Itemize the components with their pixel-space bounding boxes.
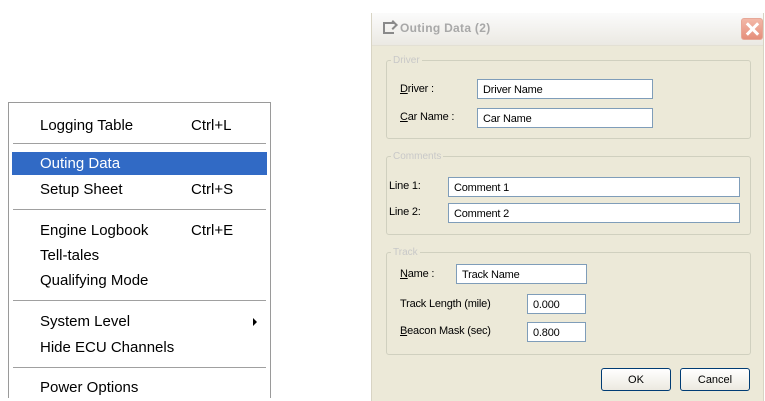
- driver-name-field[interactable]: [477, 79, 653, 99]
- comment-line2-field[interactable]: [448, 203, 740, 223]
- menu-separator: [13, 300, 266, 302]
- comment-line1-label: Line 1:: [389, 180, 421, 192]
- menu-item-label: Qualifying Mode: [40, 272, 149, 289]
- beacon-mask-label: Beacon Mask (sec): [400, 325, 491, 337]
- menu-item-system-level[interactable]: System Level: [12, 310, 267, 333]
- context-menu: Logging Table Ctrl+L Outing Data Setup S…: [8, 102, 271, 398]
- track-name-label-text: ame :: [407, 268, 435, 280]
- menu-item-label: Tell-tales: [40, 247, 100, 264]
- cancel-button[interactable]: Cancel: [680, 368, 750, 391]
- track-name-label: Name :: [400, 268, 434, 280]
- menu-item-label: System Level: [40, 313, 131, 330]
- beacon-mask-field[interactable]: [527, 322, 586, 342]
- driver-label-accel: D: [400, 83, 408, 95]
- track-length-label: Track Length (mile): [400, 298, 491, 310]
- ok-button[interactable]: OK: [601, 368, 671, 391]
- track-group-legend: Track: [393, 247, 418, 258]
- menu-separator: [13, 143, 266, 145]
- track-length-field[interactable]: [527, 294, 586, 314]
- menu-item-shortcut: Ctrl+S: [191, 181, 234, 198]
- menu-item-outing-data[interactable]: Outing Data: [12, 152, 267, 175]
- beacon-label-text: eacon Mask (sec): [407, 325, 491, 337]
- driver-group-legend: Driver: [393, 55, 420, 66]
- menu-item-label: Logging Table: [40, 117, 134, 134]
- dialog-titlebar[interactable]: Outing Data (2): [372, 13, 763, 46]
- car-name-field[interactable]: [477, 108, 653, 128]
- comments-group-legend: Comments: [393, 151, 442, 162]
- menu-item-power-options[interactable]: Power Options: [12, 376, 267, 399]
- outing-data-dialog: Outing Data (2) Driver Driver : Car Name…: [371, 13, 764, 401]
- menu-item-label: Power Options: [40, 379, 139, 396]
- menu-item-logging-table[interactable]: Logging Table Ctrl+L: [12, 114, 267, 137]
- menu-item-label: Setup Sheet: [40, 181, 123, 198]
- menu-item-tell-tales[interactable]: Tell-tales: [12, 244, 267, 267]
- menu-item-label: Engine Logbook: [40, 222, 149, 239]
- comment-line1-field[interactable]: [448, 177, 740, 197]
- close-button[interactable]: [741, 18, 763, 40]
- menu-item-shortcut: Ctrl+E: [191, 222, 234, 239]
- menu-separator: [13, 209, 266, 211]
- menu-separator: [13, 367, 266, 369]
- track-name-field[interactable]: [456, 264, 587, 284]
- menu-item-engine-logbook[interactable]: Engine Logbook Ctrl+E: [12, 219, 267, 242]
- menu-item-qualifying-mode[interactable]: Qualifying Mode: [12, 269, 267, 292]
- menu-item-label: Outing Data: [40, 155, 121, 172]
- car-label-text: ar Name :: [407, 111, 455, 123]
- track-name-label-accel: N: [400, 268, 408, 280]
- car-name-label: Car Name :: [400, 111, 454, 123]
- menu-item-setup-sheet[interactable]: Setup Sheet Ctrl+S: [12, 178, 267, 201]
- menu-item-shortcut: Ctrl+L: [191, 117, 232, 134]
- window-app-icon: [383, 22, 394, 34]
- submenu-arrow-icon: [253, 318, 257, 326]
- driver-label-text: river :: [407, 83, 434, 95]
- dialog-title: Outing Data (2): [400, 21, 491, 35]
- menu-item-hide-ecu-channels[interactable]: Hide ECU Channels: [12, 336, 267, 359]
- car-label-accel: C: [400, 111, 408, 123]
- comment-line2-label: Line 2:: [389, 206, 421, 218]
- driver-label: Driver :: [400, 83, 434, 95]
- menu-item-label: Hide ECU Channels: [40, 339, 175, 356]
